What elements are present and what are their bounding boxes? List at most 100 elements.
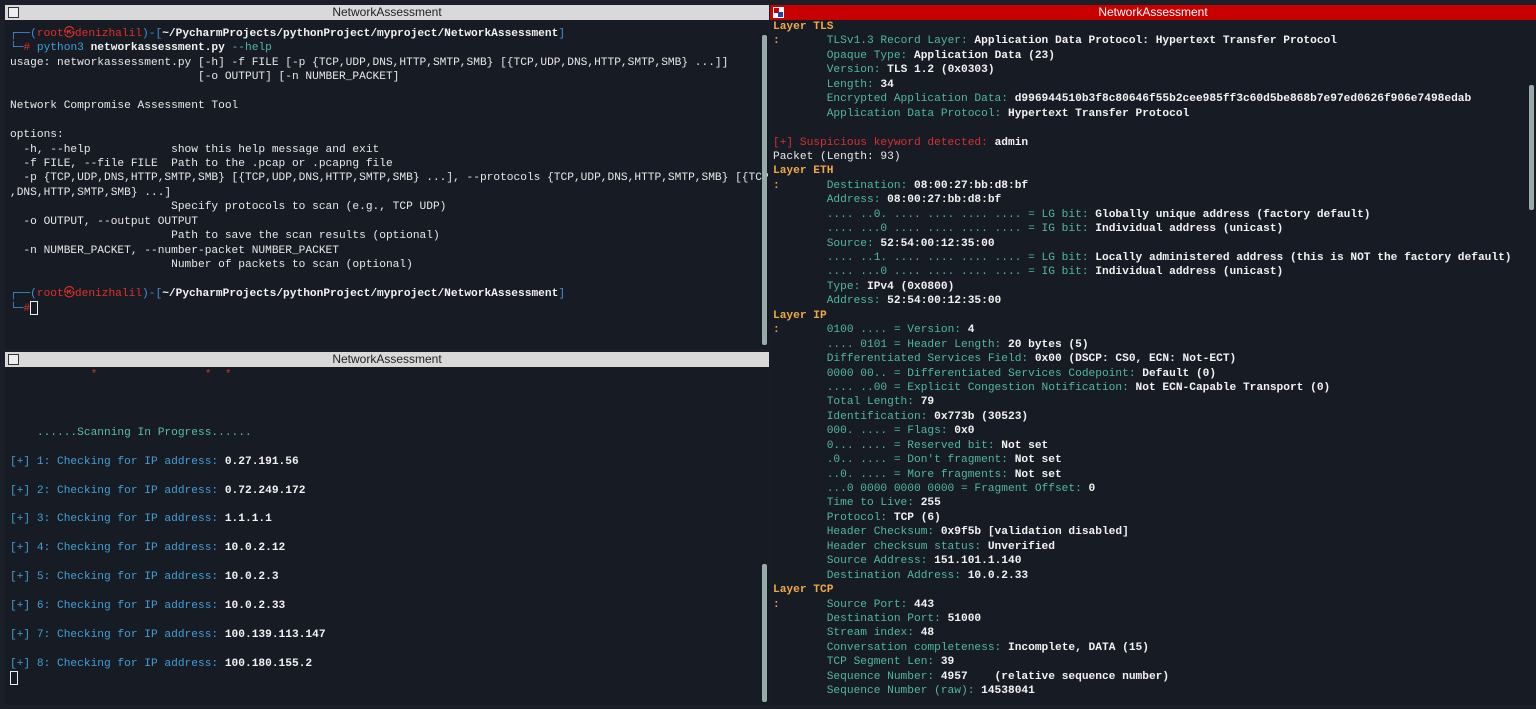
terminal-line: [+] 7: Checking for IP address: 100.139.… <box>10 628 757 642</box>
line-segment: ~/PycharmProjects/pythonProject/myprojec… <box>162 28 559 40</box>
terminal-line: [+] 6: Checking for IP address: 10.0.2.3… <box>10 599 757 613</box>
terminal-line: ┌──(root㉿denizhalil)-[~/PycharmProjects/… <box>10 27 757 41</box>
line-segment: 10.0.2.33 <box>967 569 1029 582</box>
line-segment: Source: <box>773 237 881 250</box>
line-segment: Differentiated Services Field: <box>773 353 1035 366</box>
line-segment: Address: <box>773 295 888 308</box>
line-segment: Sequence Number (raw): <box>773 685 982 698</box>
terminal-output[interactable]: * * * ......Scanning In Progress...... [+… <box>10 368 757 705</box>
terminal-line: Source: 52:54:00:12:35:00 <box>773 237 1524 251</box>
line-segment: Layer TLS <box>773 21 834 33</box>
terminal-line: Packet (Length: 93) <box>773 150 1524 164</box>
terminal-line: ......Scanning In Progress...... <box>10 426 757 440</box>
line-segment: 0x9f5b [validation disabled] <box>940 526 1129 539</box>
terminal-line: : Destination: 08:00:27:bb:d8:bf <box>773 179 1524 193</box>
terminal-line: [+] 8: Checking for IP address: 100.180.… <box>10 657 757 671</box>
terminal-line: -p {TCP,UDP,DNS,HTTP,SMTP,SMB} [{TCP,UDP… <box>10 171 769 185</box>
line-segment: Not set <box>1001 439 1049 452</box>
line-segment: .... 0101 = Header Length: <box>773 338 1008 351</box>
line-segment: Globally unique address (factory default… <box>1095 208 1371 221</box>
line-segment: Stream index: <box>773 627 921 640</box>
terminal-line: Number of packets to scan (optional) <box>10 258 757 272</box>
terminal-pane-right[interactable]: NetworkAssessment Layer TLS: TLSv1.3 Rec… <box>770 5 1536 705</box>
line-segment: )-[ <box>142 28 163 40</box>
scrollbar[interactable] <box>762 35 767 345</box>
line-segment: Locally administered address (this is NO… <box>1095 252 1512 264</box>
terminal-line: [+] 2: Checking for IP address: 0.72.249… <box>10 484 757 498</box>
terminal-line: .... ..0. .... .... .... .... = LG bit: … <box>773 208 1524 222</box>
terminal-line: [+] 5: Checking for IP address: 10.0.2.3 <box>10 570 757 584</box>
terminal-line: Sequence Number: 4957 (relative sequence… <box>773 670 1524 684</box>
line-segment: Application Data (23) <box>914 49 1055 62</box>
terminal-line: ┌──(root㉿denizhalil)-[~/PycharmProjects/… <box>10 287 757 301</box>
line-segment: Destination Port: <box>773 612 948 625</box>
line-segment: 443 <box>914 598 935 611</box>
terminal-line: 0000 00.. = Differentiated Services Code… <box>773 367 1524 381</box>
terminal-line: : TLSv1.3 Record Layer: Application Data… <box>773 34 1524 48</box>
line-segment: Type: <box>773 280 867 293</box>
line-segment: Packet (Length: 93) <box>773 150 901 163</box>
line-segment: : <box>773 324 827 337</box>
line-segment: 0x773b (30523) <box>934 410 1029 423</box>
line-segment: -p {TCP,UDP,DNS,HTTP,SMTP,SMB} [{TCP,UDP… <box>10 172 769 185</box>
line-segment: 10.0.2.33 <box>224 600 286 612</box>
line-segment: Not set <box>1014 468 1062 481</box>
terminal-line: usage: networkassessment.py [-h] -f FILE… <box>10 56 757 70</box>
line-segment: [+] 8: Checking for IP address: <box>10 657 225 670</box>
line-segment: Sequence Number: <box>773 670 941 683</box>
terminal-layout-icon[interactable] <box>8 7 19 18</box>
terminal-line: [+] Suspicious keyword detected: admin <box>773 136 1524 150</box>
line-segment: 20 bytes (5) <box>1007 338 1089 351</box>
line-segment: -h, --help show this help message and ex… <box>10 143 380 156</box>
terminal-line: ..0. .... = More fragments: Not set <box>773 468 1524 482</box>
line-segment: options: <box>10 129 64 142</box>
line-segment: └─ <box>10 42 24 55</box>
scrollbar[interactable] <box>1529 85 1534 210</box>
terminal-line: Address: 52:54:00:12:35:00 <box>773 294 1524 308</box>
line-segment: └─ <box>10 303 24 316</box>
terminal-line: .... 0101 = Header Length: 20 bytes (5) <box>773 338 1524 352</box>
line-segment: usage: networkassessment.py [-h] -f FILE… <box>10 56 729 69</box>
line-segment: ┌──( <box>10 287 37 300</box>
terminal-line: .0.. .... = Don't fragment: Not set <box>773 453 1524 467</box>
line-segment: Layer IP <box>773 309 827 322</box>
terminal-pane-bottom-left[interactable]: NetworkAssessment * * * ......Scanning I… <box>5 352 769 705</box>
cursor <box>10 671 18 686</box>
terminal-line: TCP Segment Len: 39 <box>773 655 1524 669</box>
line-segment: Length: <box>773 78 881 91</box>
line-segment: 0100 .... = Version: <box>826 324 968 337</box>
terminal-line: .... ..1. .... .... .... .... = LG bit: … <box>773 251 1524 265</box>
line-segment: Address: <box>773 194 888 207</box>
terminal-layout-icon[interactable] <box>8 354 19 365</box>
terminal-line: Layer TLS <box>773 20 1524 34</box>
terminal-line: Destination Address: 10.0.2.33 <box>773 569 1524 583</box>
terminal-pane-top-left[interactable]: NetworkAssessment ┌──(root㉿denizhalil)-[… <box>5 5 769 349</box>
line-segment: * * * <box>10 369 232 381</box>
line-segment: Source Port: <box>826 598 914 611</box>
line-segment: ┌──( <box>10 28 37 40</box>
terminal-output[interactable]: Layer TLS: TLSv1.3 Record Layer: Applica… <box>773 20 1524 705</box>
line-segment: # <box>23 303 31 316</box>
line-segment: Destination: <box>826 179 914 192</box>
terminal-output[interactable]: ┌──(root㉿denizhalil)-[~/PycharmProjects/… <box>10 27 769 349</box>
terminal-layout-icon[interactable] <box>773 7 784 18</box>
terminal-line: ...0 0000 0000 0000 = Fragment Offset: 0 <box>773 482 1524 496</box>
line-segment: python3 <box>30 42 84 55</box>
scrollbar[interactable] <box>762 564 767 702</box>
terminal-line: : 0100 .... = Version: 4 <box>773 323 1524 337</box>
line-segment: )-[ <box>142 287 163 300</box>
line-segment: : <box>773 598 827 611</box>
line-segment: 1.1.1.1 <box>224 513 272 526</box>
line-segment: 34 <box>880 78 894 91</box>
line-segment: Identification: <box>773 410 935 423</box>
line-segment: [-o OUTPUT] [-n NUMBER_PACKET] <box>10 71 400 84</box>
line-segment: .... ..00 = Explicit Congestion Notifica… <box>773 381 1136 394</box>
line-segment: [+] 4: Checking for IP address: <box>10 542 225 555</box>
